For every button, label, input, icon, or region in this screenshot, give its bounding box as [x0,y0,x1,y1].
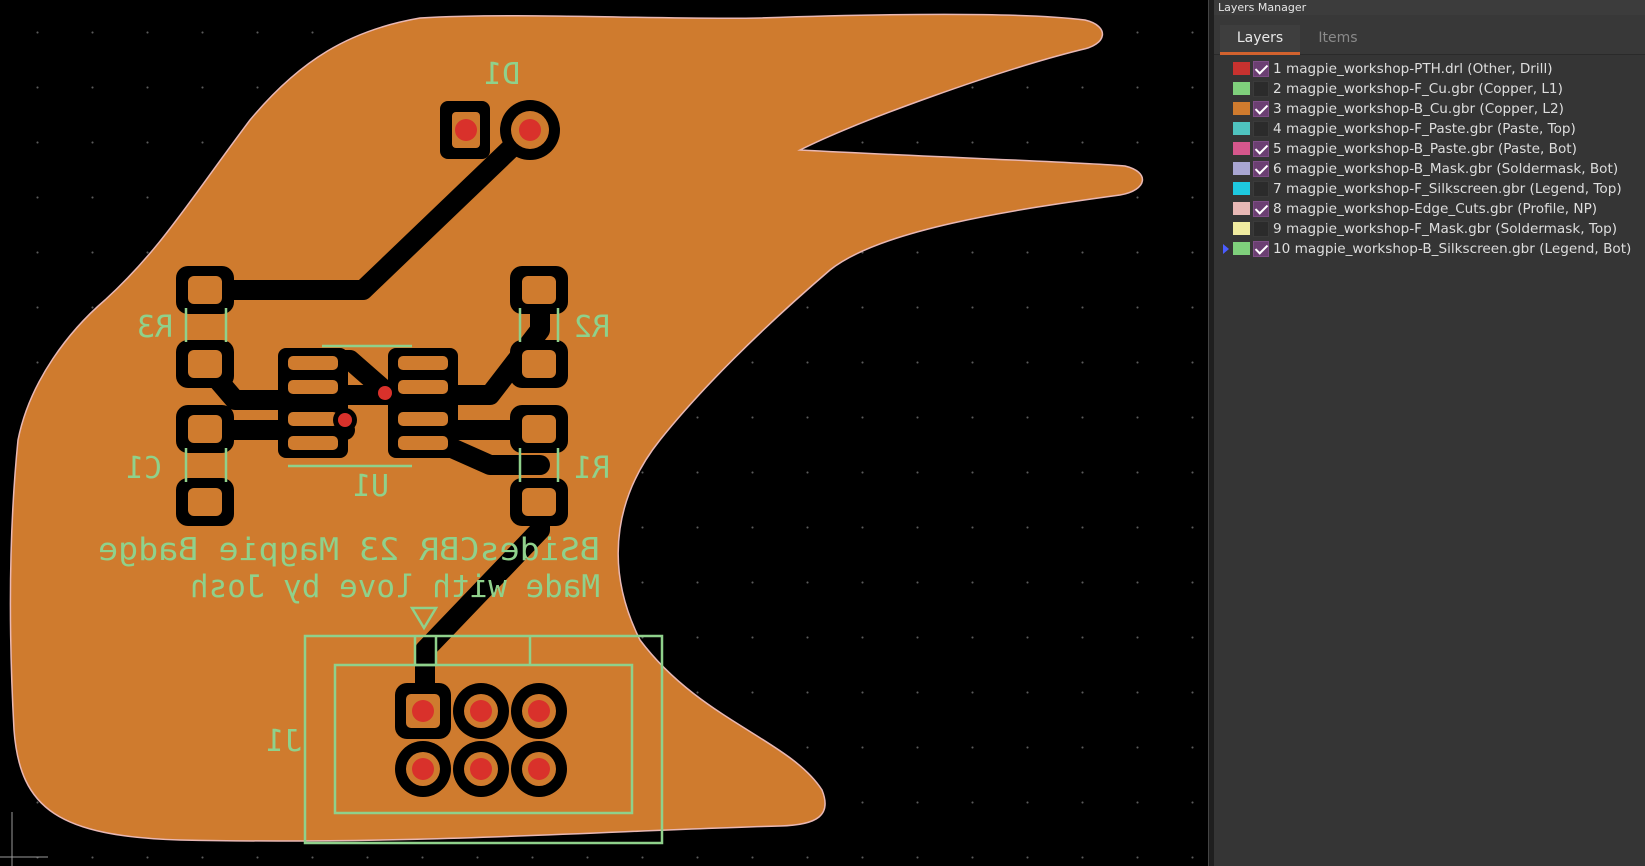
layer-visibility-checkbox[interactable] [1253,241,1269,257]
badge-title-line: BSidesCBR 23 Magpie Badge [98,532,600,568]
layer-color-swatch[interactable] [1233,202,1250,215]
origin-marker [0,812,48,866]
layer-visibility-checkbox[interactable] [1253,61,1269,77]
layer-visibility-checkbox[interactable] [1253,141,1269,157]
refdes-r3: R3 [137,310,173,345]
badge-credit-line: Made with love by Josh [190,569,600,605]
layer-row[interactable]: 4 magpie_workshop-F_Paste.gbr (Paste, To… [1214,119,1645,139]
tab-bar: Layers Items [1214,15,1645,55]
layer-color-swatch[interactable] [1233,122,1250,135]
pcb-canvas[interactable]: .cu { fill: #cf7b2e; } .gap { fill: #000… [0,0,1208,866]
layer-color-swatch[interactable] [1233,162,1250,175]
layer-color-swatch[interactable] [1233,142,1250,155]
layer-label: 3 magpie_workshop-B_Cu.gbr (Copper, L2) [1273,101,1564,117]
panel-title: Layers Manager [1214,0,1645,15]
layer-color-swatch[interactable] [1233,102,1250,115]
layer-label: 5 magpie_workshop-B_Paste.gbr (Paste, Bo… [1273,141,1577,157]
layer-color-swatch[interactable] [1233,182,1250,195]
layer-visibility-checkbox[interactable] [1253,101,1269,117]
layers-manager-panel: Layers Manager Layers Items 1 magpie_wor… [1214,0,1645,866]
tab-items[interactable]: Items [1302,25,1374,55]
layer-row[interactable]: 9 magpie_workshop-F_Mask.gbr (Soldermask… [1214,219,1645,239]
layer-label: 2 magpie_workshop-F_Cu.gbr (Copper, L1) [1273,81,1563,97]
tab-layers[interactable]: Layers [1220,25,1300,55]
layer-label: 6 magpie_workshop-B_Mask.gbr (Soldermask… [1273,161,1619,177]
layer-color-swatch[interactable] [1233,62,1250,75]
refdes-u1: U1 [353,469,389,504]
layer-visibility-checkbox[interactable] [1253,121,1269,137]
layer-label: 9 magpie_workshop-F_Mask.gbr (Soldermask… [1273,221,1618,237]
layer-row[interactable]: 3 magpie_workshop-B_Cu.gbr (Copper, L2) [1214,99,1645,119]
layer-visibility-checkbox[interactable] [1253,81,1269,97]
layer-row[interactable]: 5 magpie_workshop-B_Paste.gbr (Paste, Bo… [1214,139,1645,159]
layer-visibility-checkbox[interactable] [1253,201,1269,217]
layer-label: 7 magpie_workshop-F_Silkscreen.gbr (Lege… [1273,181,1622,197]
layer-list: 1 magpie_workshop-PTH.drl (Other, Drill)… [1214,55,1645,259]
pcb-render: .cu { fill: #cf7b2e; } .gap { fill: #000… [0,13,1144,866]
layer-label: 8 magpie_workshop-Edge_Cuts.gbr (Profile… [1273,201,1598,217]
layer-row[interactable]: 2 magpie_workshop-F_Cu.gbr (Copper, L1) [1214,79,1645,99]
layer-visibility-checkbox[interactable] [1253,161,1269,177]
layer-color-swatch[interactable] [1233,242,1250,255]
refdes-d1: D1 [484,57,520,92]
layer-visibility-checkbox[interactable] [1253,181,1269,197]
layer-row[interactable]: 8 magpie_workshop-Edge_Cuts.gbr (Profile… [1214,199,1645,219]
active-layer-marker-icon [1223,244,1229,254]
refdes-j1: J1 [266,724,302,759]
layer-color-swatch[interactable] [1233,82,1250,95]
refdes-c1: C1 [126,451,162,486]
layer-row[interactable]: 6 magpie_workshop-B_Mask.gbr (Soldermask… [1214,159,1645,179]
layer-row[interactable]: 7 magpie_workshop-F_Silkscreen.gbr (Lege… [1214,179,1645,199]
refdes-r2: R2 [574,310,610,345]
layer-visibility-checkbox[interactable] [1253,221,1269,237]
layer-label: 10 magpie_workshop-B_Silkscreen.gbr (Leg… [1273,241,1632,257]
layer-row[interactable]: 10 magpie_workshop-B_Silkscreen.gbr (Leg… [1214,239,1645,259]
layer-row[interactable]: 1 magpie_workshop-PTH.drl (Other, Drill) [1214,59,1645,79]
refdes-r1: R1 [574,451,610,486]
layer-label: 1 magpie_workshop-PTH.drl (Other, Drill) [1273,61,1553,77]
layer-color-swatch[interactable] [1233,222,1250,235]
layer-label: 4 magpie_workshop-F_Paste.gbr (Paste, To… [1273,121,1576,137]
